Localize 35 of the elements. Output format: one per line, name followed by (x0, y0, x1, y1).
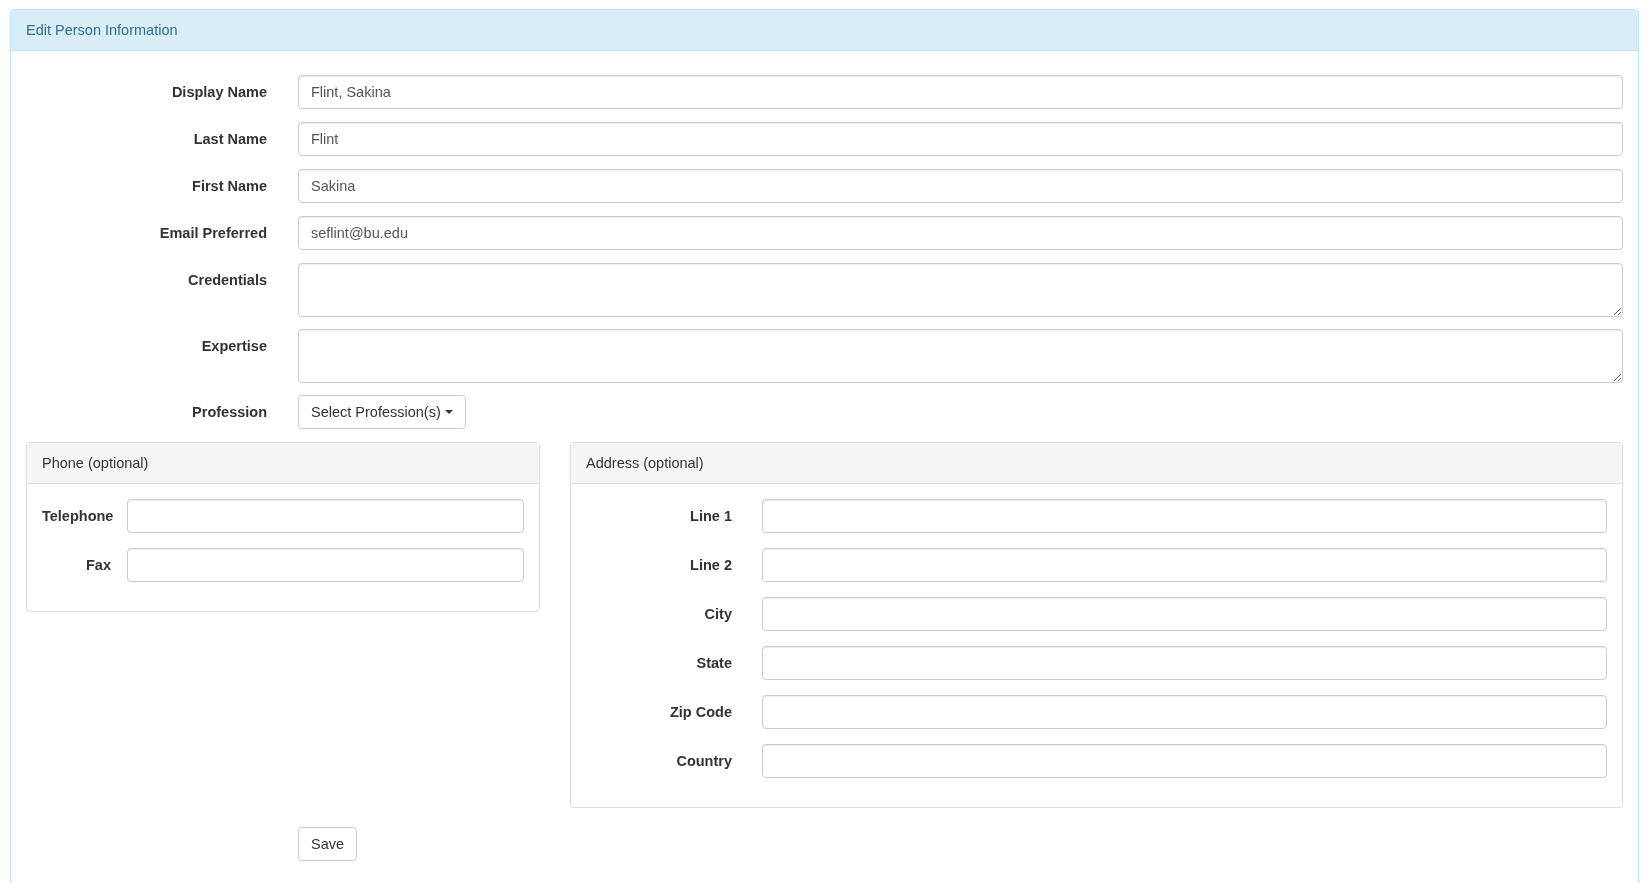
save-button[interactable]: Save (298, 827, 358, 861)
field-label: Email Preferred (158, 224, 267, 241)
field-label: Last Name (192, 130, 267, 147)
text-field[interactable] (127, 548, 524, 582)
field-label: Display Name (170, 83, 267, 100)
field-label: Expertise (200, 337, 267, 354)
field-label: Line 2 (689, 556, 732, 573)
field-label: Country (675, 752, 732, 769)
field-label: City (703, 605, 732, 622)
text-field[interactable]: Flint, Sakina (298, 75, 1623, 109)
field-label: Credentials (187, 271, 267, 288)
field-label: State (695, 654, 732, 671)
text-field[interactable] (762, 744, 1607, 778)
caret-icon (444, 410, 453, 414)
panel-heading: Address (optional) (571, 443, 1622, 484)
text-field[interactable]: seflint@bu.edu (298, 216, 1623, 250)
panel-heading: Phone (optional) (27, 443, 539, 484)
dropdown-button[interactable]: Select Profession(s) (298, 395, 466, 429)
field-label: First Name (191, 177, 267, 194)
field-label: Line 1 (689, 507, 732, 524)
text-field[interactable] (127, 499, 524, 533)
text-field[interactable]: Sakina (298, 169, 1623, 203)
field-label: Telephone (42, 507, 111, 524)
text-field[interactable] (762, 499, 1607, 533)
field-label: Profession (191, 403, 267, 420)
text-field[interactable] (762, 597, 1607, 631)
field-label: Zip Code (668, 703, 732, 720)
field-label: Fax (85, 556, 111, 573)
text-field[interactable] (762, 695, 1607, 729)
text-field[interactable] (762, 548, 1607, 582)
text-field[interactable] (762, 646, 1607, 680)
text-area[interactable] (298, 263, 1623, 317)
text-field[interactable]: Flint (298, 122, 1623, 156)
panel-heading: Edit Person Information (11, 10, 1638, 51)
text-area[interactable] (298, 329, 1623, 383)
